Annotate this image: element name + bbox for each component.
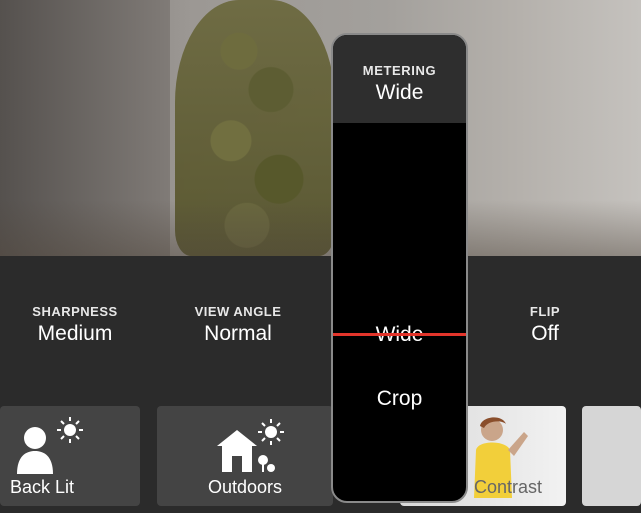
preset-outdoors[interactable]: Outdoors xyxy=(157,406,333,506)
metering-picker[interactable]: METERING Wide Wide Crop xyxy=(331,33,468,503)
preset-label: Outdoors xyxy=(207,477,283,497)
person-sun-icon xyxy=(17,417,83,474)
setting-value: Medium xyxy=(37,322,113,345)
setting-sharpness[interactable]: SHARPNESS Medium xyxy=(22,304,128,346)
setting-label: FLIP xyxy=(529,304,561,319)
picker-selection-line xyxy=(333,333,466,336)
preview-floor xyxy=(0,200,641,256)
setting-label: SHARPNESS xyxy=(32,304,118,319)
picker-current-value: Wide xyxy=(375,81,424,104)
preset-blank[interactable] xyxy=(582,406,641,506)
setting-view-angle[interactable]: VIEW ANGLE Normal xyxy=(180,304,296,346)
preset-back-lit[interactable]: Back Lit xyxy=(0,406,140,506)
camera-preview xyxy=(0,0,641,256)
preset-label: Back Lit xyxy=(10,477,75,497)
setting-label: VIEW ANGLE xyxy=(194,304,282,319)
setting-value: Off xyxy=(531,322,559,345)
picker-option-crop[interactable]: Crop xyxy=(333,387,466,411)
setting-value: Normal xyxy=(204,322,272,345)
settings-bar: SHARPNESS Medium VIEW ANGLE Normal FLIP … xyxy=(0,256,641,406)
picker-header: METERING Wide xyxy=(333,35,466,123)
setting-flip[interactable]: FLIP Off xyxy=(515,304,575,346)
picker-title: METERING xyxy=(362,63,437,78)
house-sun-icon xyxy=(217,419,284,472)
presets-row: Back Lit Outdoors Contrast xyxy=(0,406,641,513)
